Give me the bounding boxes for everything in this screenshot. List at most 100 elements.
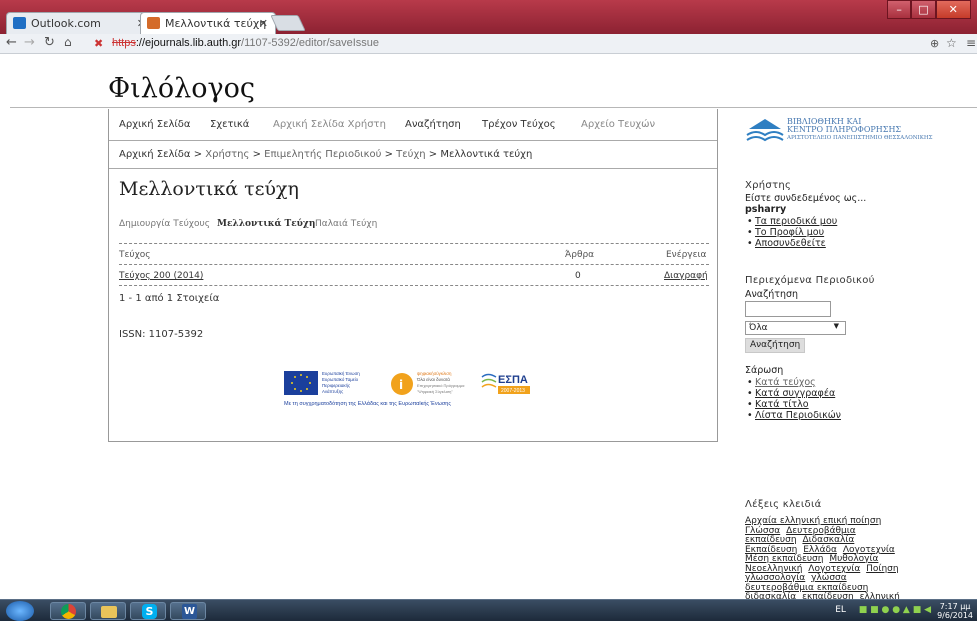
keyword-cloud: Αρχαία ελληνική επική ποίηση Γλώσσα Δευτ… — [745, 516, 905, 599]
journal-list-link[interactable]: Λίστα Περιοδικών — [755, 410, 841, 421]
keyword-link[interactable]: εκπαίδευση — [802, 592, 854, 599]
tab-future-issues[interactable]: Μελλοντικά Τεύχη — [217, 219, 315, 229]
search-scope-value: Όλα — [749, 323, 768, 333]
url-scheme: https — [112, 37, 136, 49]
word-taskbar-icon[interactable]: W — [170, 602, 206, 620]
username: psharry — [745, 204, 787, 215]
search-scope-select[interactable]: Όλα ▼ — [745, 321, 846, 335]
eu-line: Ανάπτυξης — [322, 389, 343, 394]
main-content: Αρχική Σελίδα Σχετικά Αρχική Σελίδα Χρήσ… — [108, 109, 718, 442]
tab-back-issues[interactable]: Παλαιά Τεύχη — [315, 219, 377, 229]
keyword-link[interactable]: Μυθολογία — [829, 554, 878, 564]
keyword-link[interactable]: Αρχαία ελληνική επική ποίηση — [745, 516, 881, 526]
search-button[interactable]: Αναζήτηση — [745, 338, 806, 353]
tab-bar: Outlook.com ✕ Μελλοντικά τεύχη ✕ – □ ✕ — [0, 0, 977, 34]
page-icon — [147, 17, 160, 29]
chrome-taskbar-icon[interactable] — [50, 602, 86, 620]
tab-create-issue[interactable]: Δημιουργία Τεύχους — [119, 219, 210, 229]
svg-text:i: i — [399, 378, 403, 392]
outlook-icon — [13, 17, 26, 29]
keyword-link[interactable]: Διδασκαλία — [802, 535, 854, 545]
breadcrumb-home[interactable]: Αρχική Σελίδα — [119, 149, 191, 160]
keyword-link[interactable]: Λογοτεχνία — [808, 564, 860, 574]
browse-heading: Σάρωση — [745, 365, 784, 376]
breadcrumb-user[interactable]: Χρήστης — [205, 149, 249, 160]
col-action: Ενέργεια — [666, 250, 707, 260]
keyword-link[interactable]: Γλώσσα — [745, 526, 780, 536]
keyword-link[interactable]: Εκπαίδευση — [745, 545, 797, 555]
browse-by-title-link[interactable]: Κατά τίτλο — [755, 399, 809, 410]
list-item: Κατά τεύχος — [747, 377, 816, 388]
op-line: Όλα είναι δυνατά — [416, 377, 450, 382]
col-issue: Τεύχος — [119, 250, 151, 260]
maximize-icon[interactable]: □ — [911, 0, 936, 19]
page-title: Μελλοντικά τεύχη — [119, 178, 299, 200]
clock[interactable]: 7:17 μμ 9/6/2014 — [937, 602, 973, 620]
library-book-icon — [746, 119, 784, 142]
col-articles: Άρθρα — [565, 250, 595, 260]
keyword-link[interactable]: Ελλάδα — [803, 545, 837, 555]
keyword-link[interactable]: Ποίηση — [866, 564, 898, 574]
breadcrumb-issues[interactable]: Τεύχη — [396, 149, 425, 160]
window-controls: – □ ✕ — [887, 0, 971, 20]
start-button[interactable] — [6, 601, 34, 621]
nav-search[interactable]: Αναζήτηση — [405, 119, 461, 130]
back-icon[interactable]: ← — [6, 35, 17, 50]
keyword-link[interactable]: Νεοελληνική — [745, 564, 802, 574]
keyword-link[interactable]: Μέση εκπαίδευση — [745, 554, 823, 564]
nav-about[interactable]: Σχετικά — [210, 119, 249, 130]
op-line: ψηφιακήσύγκλιση — [417, 371, 452, 376]
keyword-link[interactable]: διδασκαλία — [745, 592, 796, 599]
keyword-link[interactable]: γλώσσα — [811, 573, 847, 583]
nav-user-home[interactable]: Αρχική Σελίδα Χρήστη — [273, 119, 386, 130]
url-host: ://ejournals.lib.auth.gr — [135, 37, 242, 49]
skype-taskbar-icon[interactable]: S — [130, 602, 166, 620]
eu-line: Ευρωπαϊκό Ταμείο — [322, 377, 359, 382]
nav-archive[interactable]: Αρχείο Τευχών — [581, 119, 655, 130]
clock-time: 7:17 μμ — [939, 602, 971, 611]
library-logo: ΒΙΒΛΙΟΘΗΚΗ ΚΑΙ ΚΕΝΤΡΟ ΠΛΗΡΟΦΟΡΗΣΗΣ ΑΡΙΣΤ… — [787, 118, 933, 142]
address-bar[interactable]: ✖ https://ejournals.lib.auth.gr/1107-5392… — [88, 34, 808, 53]
breadcrumb-editor[interactable]: Επιμελητής Περιοδικού — [264, 149, 381, 160]
language-indicator[interactable]: EL — [835, 605, 846, 615]
bookmark-star-icon[interactable]: ☆ — [946, 36, 957, 50]
funding-logos: Ευρωπαϊκή Ένωση Ευρωπαϊκό Ταμείο Περιφερ… — [284, 371, 530, 407]
logout-link[interactable]: Αποσυνδεθείτε — [755, 238, 826, 249]
reload-icon[interactable]: ↻ — [44, 35, 55, 50]
pagination-count: 1 - 1 από 1 Στοιχεία — [119, 293, 220, 304]
keyword-link[interactable]: Λογοτεχνία — [843, 545, 895, 555]
delete-link[interactable]: Διαγραφή — [664, 271, 708, 281]
library-line: ΚΕΝΤΡΟ ΠΛΗΡΟΦΟΡΗΣΗΣ — [787, 125, 902, 134]
my-profile-link[interactable]: Το Προφίλ μου — [755, 227, 824, 238]
nav-home[interactable]: Αρχική Σελίδα — [119, 119, 191, 130]
clock-date: 9/6/2014 — [937, 611, 973, 620]
search-input[interactable] — [745, 301, 831, 317]
explorer-taskbar-icon[interactable] — [90, 602, 126, 620]
browse-by-issue-link[interactable]: Κατά τεύχος — [755, 377, 816, 388]
close-icon[interactable]: ✕ — [259, 17, 268, 30]
my-journals-link[interactable]: Τα περιοδικά μου — [755, 216, 837, 227]
keyword-link[interactable]: γλωσσολογία — [745, 573, 805, 583]
site-title[interactable]: Φιλόλογος — [108, 73, 255, 104]
journal-content-heading: Περιεχόμενα Περιοδικού — [745, 275, 875, 286]
url-path: /1107-5392/editor/saveIssue — [241, 37, 380, 49]
issue-link[interactable]: Τεύχος 200 (2014) — [119, 271, 203, 281]
forward-icon[interactable]: → — [24, 35, 35, 50]
table-top-rule — [119, 243, 709, 244]
tab-outlook[interactable]: Outlook.com ✕ — [6, 12, 154, 34]
tab-future-issues[interactable]: Μελλοντικά τεύχη ✕ — [140, 12, 276, 34]
home-icon[interactable]: ⌂ — [64, 35, 72, 49]
browse-by-author-link[interactable]: Κατά συγγραφέα — [755, 388, 835, 399]
browser-window: Outlook.com ✕ Μελλοντικά τεύχη ✕ – □ ✕ ←… — [0, 0, 977, 621]
tray-icons[interactable]: ■ ■ ● ● ▲ ■ ◀ — [859, 605, 931, 615]
keyword-link[interactable]: δευτεροβάθμια εκπαίδευση — [745, 583, 868, 593]
header-divider — [10, 107, 977, 108]
close-window-icon[interactable]: ✕ — [935, 0, 971, 19]
breadcrumb-separator: > — [252, 149, 261, 160]
nav-current-issue[interactable]: Τρέχον Τεύχος — [482, 119, 556, 130]
menu-icon[interactable]: ≡ — [966, 36, 976, 50]
user-heading: Χρήστης — [745, 180, 792, 191]
zoom-icon[interactable]: ⊕ — [930, 37, 939, 50]
divider — [109, 168, 717, 169]
minimize-icon[interactable]: – — [887, 0, 912, 19]
